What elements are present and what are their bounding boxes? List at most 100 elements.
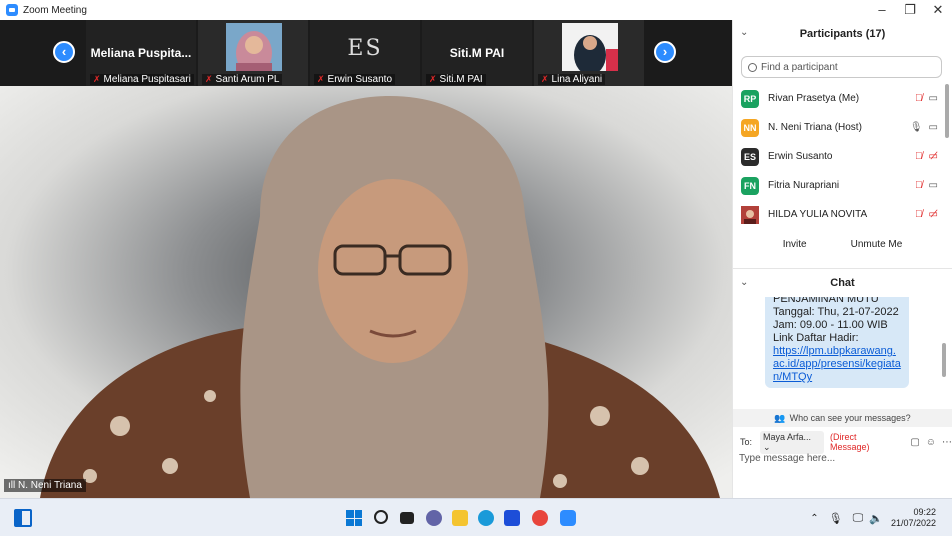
- recipient-bar: To: Maya Arfa... ⌄ (Direct Message) ▢ ☺ …: [733, 430, 952, 454]
- tile-label: ✗ Erwin Susanto: [314, 74, 396, 85]
- mic-icon[interactable]: 🎙: [910, 122, 923, 133]
- muted-mic-icon[interactable]: 🎙̸: [915, 209, 923, 220]
- avatar: NN: [741, 118, 759, 137]
- task-view-icon[interactable]: [400, 512, 414, 524]
- search-icon: [748, 62, 757, 72]
- title-bar: Zoom Meeting – ❐ ✕: [0, 0, 952, 20]
- video-area: ‹ Meliana Puspita... ✗ Meliana Puspitasar…: [0, 20, 732, 498]
- volume-icon[interactable]: 🔈: [869, 512, 883, 525]
- chrome-icon[interactable]: [532, 510, 548, 526]
- participant-row[interactable]: NN N. Neni Triana (Host) 🎙 ▭: [733, 113, 952, 142]
- participant-tile[interactable]: Siti.M PAI ✗ Siti.M PAI: [422, 20, 532, 86]
- chat-messages: PENJAMINAN MUTU Tanggal: Thu, 21-07-2022…: [733, 297, 952, 405]
- clock-date: 21/07/2022: [890, 518, 936, 528]
- to-label: To:: [740, 437, 753, 447]
- chat-title: Chat: [830, 277, 855, 289]
- video-off-icon[interactable]: ▭̸: [929, 151, 938, 162]
- restore-button[interactable]: ❐: [896, 0, 924, 20]
- tile-name: Siti.M PAI: [449, 46, 505, 60]
- widgets-icon[interactable]: [14, 509, 32, 527]
- attendance-link[interactable]: https://lpm.ubpkarawang.ac.id/app/presen…: [773, 345, 901, 384]
- muted-mic-icon[interactable]: 🎙̸: [915, 151, 923, 162]
- video-camera-icon[interactable]: ▭: [929, 93, 938, 104]
- people-icon: 👥: [774, 412, 786, 423]
- avatar: [741, 205, 759, 224]
- chat-scrollbar[interactable]: [942, 343, 946, 377]
- chat-input[interactable]: Type message here...: [733, 453, 952, 469]
- previous-page-button[interactable]: ‹: [53, 41, 75, 63]
- tile-name: Meliana Puspita...: [90, 46, 192, 60]
- participant-list: RP Rivan Prasetya (Me) 🎙̸ ▭ NN N. Neni Tr…: [733, 84, 952, 226]
- emoji-icon[interactable]: ☺: [926, 437, 936, 448]
- participants-scrollbar[interactable]: [945, 84, 949, 138]
- window-title: Zoom Meeting: [23, 4, 87, 16]
- participant-tile[interactable]: ✗ Santi Arum PL: [198, 20, 308, 86]
- participant-tile[interactable]: ✗ Lina Aliyani: [534, 20, 644, 86]
- muted-mic-icon[interactable]: 🎙̸: [915, 93, 923, 104]
- close-button[interactable]: ✕: [924, 0, 952, 20]
- tile-label: ✗ Santi Arum PL: [202, 74, 283, 85]
- who-can-see-link[interactable]: 👥 Who can see your messages?: [733, 409, 952, 427]
- avatar: RP: [741, 89, 759, 108]
- participant-row[interactable]: FN Fitria Nurapriani 🎙̸ ▭: [733, 171, 952, 200]
- participant-photo: [226, 23, 282, 71]
- participant-row[interactable]: RP Rivan Prasetya (Me) 🎙̸ ▭: [733, 84, 952, 113]
- muted-mic-icon: ✗: [429, 74, 437, 84]
- more-icon[interactable]: ⋯: [942, 437, 952, 448]
- thumbnail-strip: ‹ Meliana Puspita... ✗ Meliana Puspitasar…: [0, 20, 732, 86]
- next-page-button[interactable]: ›: [654, 41, 676, 63]
- participant-row[interactable]: ES Erwin Susanto 🎙̸ ▭̸: [733, 142, 952, 171]
- direct-message-label: (Direct Message): [829, 432, 870, 452]
- store-icon[interactable]: [504, 510, 520, 526]
- message-line: Tanggal: Thu, 21-07-2022: [773, 306, 899, 318]
- collapse-chevron-icon[interactable]: ⌄: [740, 277, 748, 288]
- clock[interactable]: 09:22 21/07/2022: [891, 507, 936, 529]
- invite-button[interactable]: Invite: [777, 236, 813, 258]
- chat-app-icon[interactable]: [426, 510, 442, 526]
- search-icon[interactable]: [374, 510, 388, 524]
- signal-icon: ıll: [8, 480, 18, 491]
- speaker-video-frame: [0, 86, 732, 498]
- participants-header: ⌄ Participants (17): [733, 20, 952, 48]
- video-camera-icon[interactable]: ▭: [929, 180, 938, 191]
- muted-mic-icon: ✗: [541, 74, 549, 84]
- message-line: Link Daftar Hadir:: [773, 332, 859, 344]
- message-line: Jam: 09.00 - 11.00 WIB: [773, 319, 888, 331]
- file-icon[interactable]: ▢: [910, 437, 919, 448]
- speaker-name-label: ıll N. Neni Triana: [4, 479, 86, 492]
- recipient-dropdown[interactable]: Maya Arfa... ⌄: [760, 430, 824, 454]
- participant-search-input[interactable]: Find a participant: [741, 56, 942, 78]
- zoom-logo-icon: [6, 4, 18, 16]
- muted-mic-icon: ✗: [205, 74, 213, 84]
- start-icon[interactable]: [346, 510, 362, 526]
- user-photo: [741, 205, 759, 224]
- unmute-me-button[interactable]: Unmute Me: [845, 236, 909, 258]
- chat-header: ⌄ Chat: [733, 269, 952, 297]
- participants-title: Participants (17): [799, 28, 886, 40]
- mic-icon[interactable]: 🎙: [829, 512, 843, 525]
- participant-row[interactable]: HILDA YULIA NOVITA 🎙̸ ▭̸: [733, 200, 952, 226]
- avatar: FN: [741, 176, 759, 195]
- participant-tile[interactable]: ES ✗ Erwin Susanto: [310, 20, 420, 86]
- zoom-app-icon[interactable]: [560, 510, 576, 526]
- participant-tile[interactable]: Meliana Puspita... ✗ Meliana Puspitasari: [86, 20, 196, 86]
- side-panel: ⌄ Participants (17) Find a participant R…: [732, 20, 952, 498]
- participant-photo: [562, 23, 618, 71]
- chat-message: PENJAMINAN MUTU Tanggal: Thu, 21-07-2022…: [765, 297, 909, 388]
- muted-mic-icon[interactable]: 🎙̸: [915, 180, 923, 191]
- participant-actions: Invite Unmute Me: [733, 236, 952, 258]
- clock-time: 09:22: [913, 507, 936, 517]
- collapse-chevron-icon[interactable]: ⌄: [740, 27, 748, 38]
- tile-label: ✗ Siti.M PAI: [426, 74, 486, 85]
- chevron-up-icon[interactable]: ⌃: [810, 513, 818, 524]
- video-off-icon[interactable]: ▭̸: [929, 209, 938, 220]
- file-explorer-icon[interactable]: [452, 510, 468, 526]
- avatar: ES: [741, 147, 759, 166]
- minimize-button[interactable]: –: [868, 0, 896, 20]
- edge-browser-icon[interactable]: [478, 510, 494, 526]
- video-camera-icon[interactable]: ▭: [929, 122, 938, 133]
- network-icon[interactable]: 🖵: [853, 512, 864, 525]
- muted-mic-icon: ✗: [93, 74, 101, 84]
- system-tray: ⌃ 🎙 🖵 🔈 09:22 21/07/2022: [810, 499, 952, 537]
- taskbar: ⌃ 🎙 🖵 🔈 09:22 21/07/2022: [0, 498, 952, 536]
